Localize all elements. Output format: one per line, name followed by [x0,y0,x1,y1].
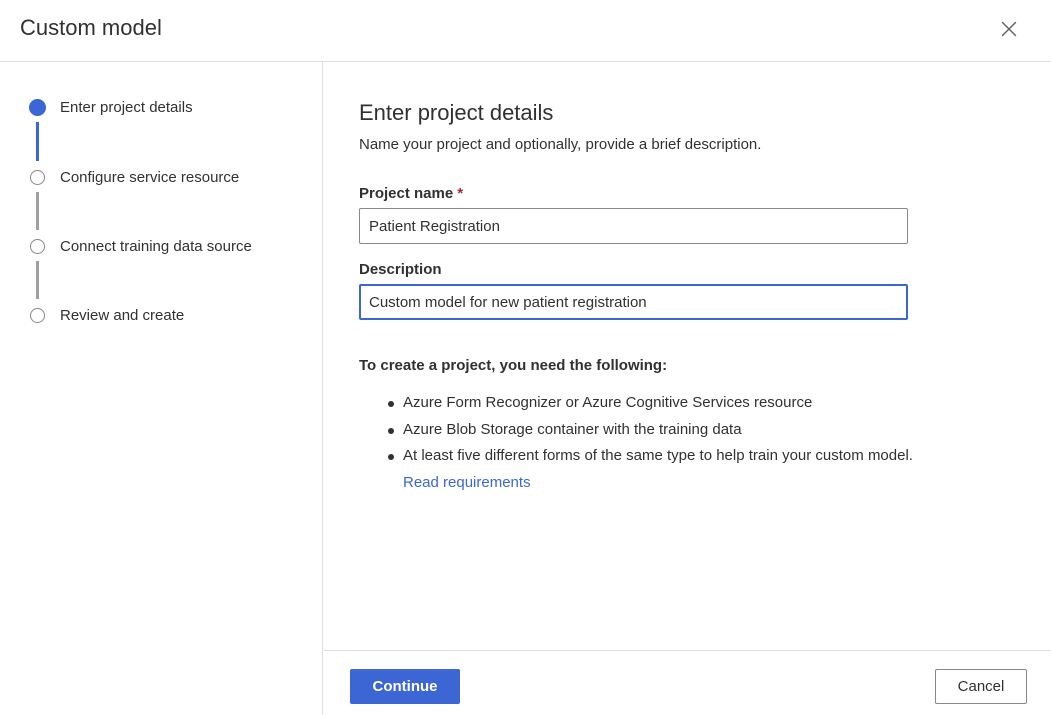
step-label: Configure service resource [60,169,240,186]
step-indicator-icon [30,239,45,254]
list-item: At least five different forms of the sam… [359,443,919,496]
project-name-input[interactable] [359,208,908,244]
step-connector [36,192,39,230]
main-content: Enter project details Name your project … [324,62,1051,650]
section-subtitle: Name your project and optionally, provid… [359,136,762,153]
list-item: Azure Form Recognizer or Azure Cognitive… [359,390,919,417]
cancel-button[interactable]: Cancel [935,669,1027,704]
requirement-text: Azure Blob Storage container with the tr… [403,420,742,438]
section-title: Enter project details [359,100,554,125]
step-indicator-icon [30,170,45,185]
step-configure-service-resource[interactable]: Configure service resource [0,165,323,191]
continue-button[interactable]: Continue [350,669,460,704]
dialog-title: Custom model [20,15,162,40]
description-label: Description [359,261,442,278]
step-connector [36,261,39,299]
step-review-and-create[interactable]: Review and create [0,303,323,329]
close-icon [1001,21,1017,37]
list-item: Azure Blob Storage container with the tr… [359,417,919,444]
project-name-label-text: Project name [359,185,454,202]
step-connect-training-data-source[interactable]: Connect training data source [0,234,323,260]
requirement-text: Azure Form Recognizer or Azure Cognitive… [403,394,813,411]
required-marker: * [457,185,464,202]
step-label: Enter project details [60,99,193,116]
step-connector [36,122,39,161]
step-label: Review and create [60,307,185,324]
step-indicator-icon [30,308,45,323]
step-indicator-icon [29,99,46,116]
requirement-text: At least five different forms of the sam… [403,447,913,464]
project-name-label: Project name * [359,185,463,202]
step-label: Connect training data source [60,238,252,255]
description-input[interactable] [359,284,908,320]
requirements-list: Azure Form Recognizer or Azure Cognitive… [359,390,919,496]
read-requirements-link[interactable]: Read requirements [403,474,531,491]
dialog-header: Custom model [0,0,1051,62]
dialog-footer: Continue Cancel [324,650,1051,715]
step-enter-project-details[interactable]: Enter project details [0,95,323,121]
close-button[interactable] [997,17,1021,41]
requirements-title: To create a project, you need the follow… [359,357,668,374]
wizard-steps-pane: Enter project details Configure service … [0,62,323,715]
